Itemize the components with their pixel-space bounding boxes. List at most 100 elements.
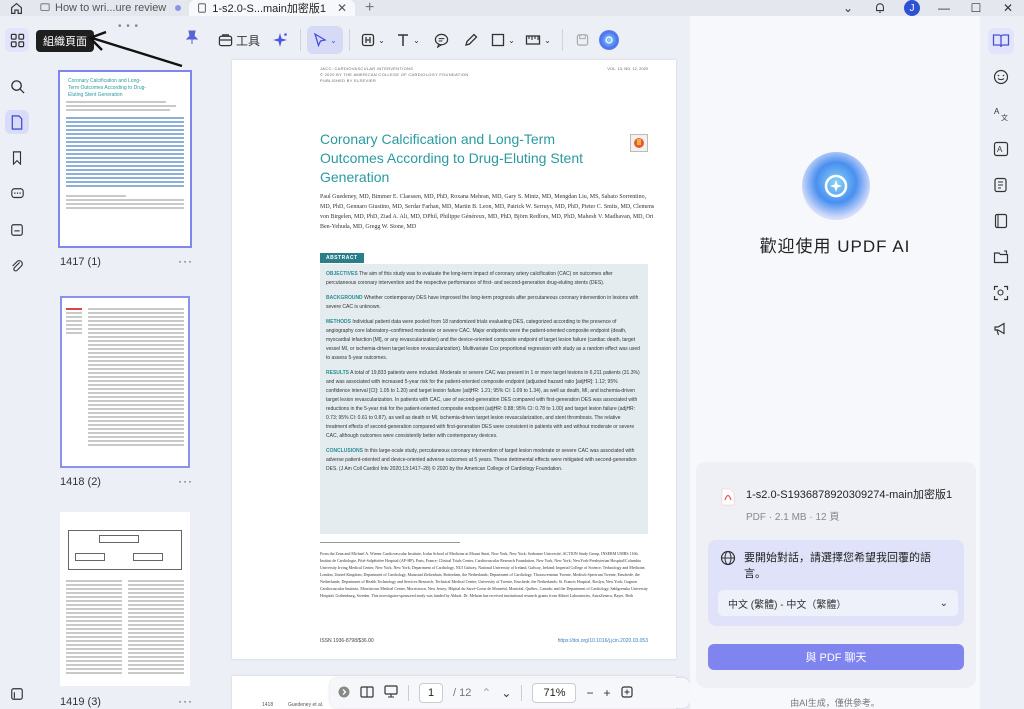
ai-orb-icon [599, 30, 619, 50]
close-window-button[interactable]: ✕ [992, 1, 1024, 15]
chevron-down-icon[interactable]: ⌄ [832, 1, 864, 15]
pin-icon[interactable] [186, 30, 198, 44]
more-options-button[interactable]: ··· [178, 694, 193, 708]
pen-tool-button[interactable] [456, 26, 486, 54]
export-button[interactable] [988, 244, 1014, 270]
collapse-nav-button[interactable] [338, 686, 350, 701]
scan-search-button[interactable] [988, 280, 1014, 306]
svg-text:A: A [994, 107, 1000, 116]
text-tool-button[interactable]: ⌄ [390, 26, 426, 54]
speech-bubble-icon [434, 33, 448, 48]
comment-icon [10, 188, 24, 199]
presentation-button[interactable] [384, 685, 398, 701]
shape-tool-button[interactable]: ⌄ [486, 26, 520, 54]
bookmarks-button[interactable] [5, 146, 29, 170]
text-recognition-icon: A [993, 141, 1009, 157]
more-options-button[interactable]: ··· [178, 474, 193, 488]
updf-ai-button[interactable] [595, 26, 623, 54]
page-thumbnail[interactable]: Coronary Calcification and Long-Term Out… [58, 70, 192, 248]
zoom-out-button[interactable]: − [586, 686, 593, 700]
page-navigation-bar: 1 / 12 ⌃ ⌄ 71% − + [330, 678, 690, 708]
translate-icon: A文 [994, 107, 1008, 121]
crossmark-icon [630, 134, 648, 152]
abstract-objectives: OBJECTIVES The aim of this study was to … [326, 271, 613, 286]
save-button[interactable] [569, 26, 595, 54]
tab-label: How to wri...ure review [55, 2, 167, 14]
user-avatar-button[interactable]: J [896, 0, 928, 16]
theme-button[interactable] [5, 682, 29, 706]
highlight-tool-button[interactable]: ⌄ [356, 26, 390, 54]
language-prompt-text: 要開始對話，請選擇您希望我回覆的語言。 [744, 552, 931, 580]
page-number: 1418 [262, 702, 274, 708]
journal-publisher: PUBLISHED BY ELSEVIER [320, 78, 377, 83]
ai-chat-card: 1-s2.0-S1936878920309274-main加密版1 PDF · … [696, 462, 976, 688]
folder-export-icon [993, 250, 1009, 264]
zoom-in-button[interactable]: + [604, 686, 611, 700]
close-icon[interactable]: ✕ [337, 1, 347, 15]
page-thumbnail[interactable] [60, 296, 190, 468]
page-view-button[interactable] [360, 685, 374, 701]
comment-tool-button[interactable] [426, 26, 456, 54]
minimize-button[interactable]: — [928, 1, 960, 15]
abstract-results: RESULTS A total of 19,833 patients were … [326, 370, 640, 439]
thumbnail-label: 1419 (3) [60, 696, 101, 708]
language-prompt: 要開始對話，請選擇您希望我回覆的語言。 [720, 550, 950, 582]
avatar: J [904, 0, 920, 16]
doi-link[interactable]: https://doi.org/10.1016/j.jcin.2020.03.0… [558, 638, 648, 644]
ai-sparkle-button[interactable] [266, 26, 294, 54]
arrow-annotation-icon [87, 30, 183, 68]
stamps-button[interactable] [5, 218, 29, 242]
smile-chat-icon [993, 69, 1009, 85]
home-icon [10, 2, 22, 14]
tab-document[interactable]: 1-s2.0-S...main加密版1 ✕ [189, 0, 356, 16]
abstract-box: OBJECTIVES The aim of this study was to … [320, 264, 648, 534]
organize-pages-button[interactable] [5, 28, 29, 52]
chevron-down-icon: ⌄ [939, 597, 948, 609]
text-icon [398, 34, 409, 46]
comment-icon [40, 3, 50, 11]
page-thumbnail[interactable] [60, 512, 190, 686]
chat-assistant-button[interactable] [988, 64, 1014, 90]
book-icon [360, 685, 374, 698]
select-tool-button[interactable]: ⌄ [307, 26, 343, 54]
layers-icon [11, 224, 23, 236]
comments-button[interactable] [5, 182, 29, 206]
document-viewport[interactable]: JACC: CARDIOVASCULAR INTERVENTIONS © 202… [212, 56, 688, 709]
measure-tool-button[interactable]: ⌄ [520, 26, 556, 54]
file-meta: PDF · 2.1 MB · 12 頁 [746, 512, 840, 523]
search-button[interactable] [5, 74, 29, 98]
grid-icon [10, 33, 24, 47]
next-page-button[interactable]: ⌄ [501, 686, 511, 700]
title-bar: How to wri...ure review 1-s2.0-S...main加… [0, 0, 1024, 16]
read-mode-button[interactable] [988, 208, 1014, 234]
ai-chat-tab-button[interactable] [988, 28, 1014, 54]
language-select[interactable]: 中文 (繁體) - 中文（繁體） ⌄ [718, 590, 958, 616]
presentation-mode-button[interactable] [988, 316, 1014, 342]
home-button[interactable] [0, 0, 32, 16]
ocr-button[interactable]: A [988, 136, 1014, 162]
journal-volume: VOL. 13, NO. 12, 2020 [607, 66, 648, 71]
prev-page-button[interactable]: ⌃ [481, 686, 491, 700]
paperclip-icon [12, 260, 23, 272]
ai-assistant-panel: 歡迎使用 UPDF AI 1-s2.0-S1936878920309274-ma… [690, 16, 980, 709]
new-tab-button[interactable]: + [365, 0, 374, 17]
summarize-button[interactable] [988, 172, 1014, 198]
toolbox-icon [218, 34, 233, 47]
book-icon [994, 213, 1008, 229]
maximize-button[interactable]: ☐ [960, 1, 992, 15]
svg-text:A: A [997, 145, 1003, 154]
page-number-input[interactable]: 1 [419, 683, 443, 703]
tools-button[interactable]: 工具 [212, 26, 266, 54]
thumbnails-button[interactable] [5, 110, 29, 134]
abstract-tag: ABSTRACT [320, 253, 364, 263]
fit-page-button[interactable] [620, 685, 633, 701]
search-icon [10, 79, 25, 94]
bell-icon[interactable] [864, 2, 896, 14]
translate-button[interactable]: A文 [988, 100, 1014, 126]
tab-review[interactable]: How to wri...ure review [32, 0, 189, 16]
attachments-button[interactable] [5, 254, 29, 278]
highlight-icon [361, 33, 375, 47]
zoom-input[interactable]: 71% [532, 683, 577, 703]
chat-with-pdf-button[interactable]: 與 PDF 聊天 [708, 644, 964, 670]
more-options-button[interactable]: ··· [178, 254, 193, 268]
